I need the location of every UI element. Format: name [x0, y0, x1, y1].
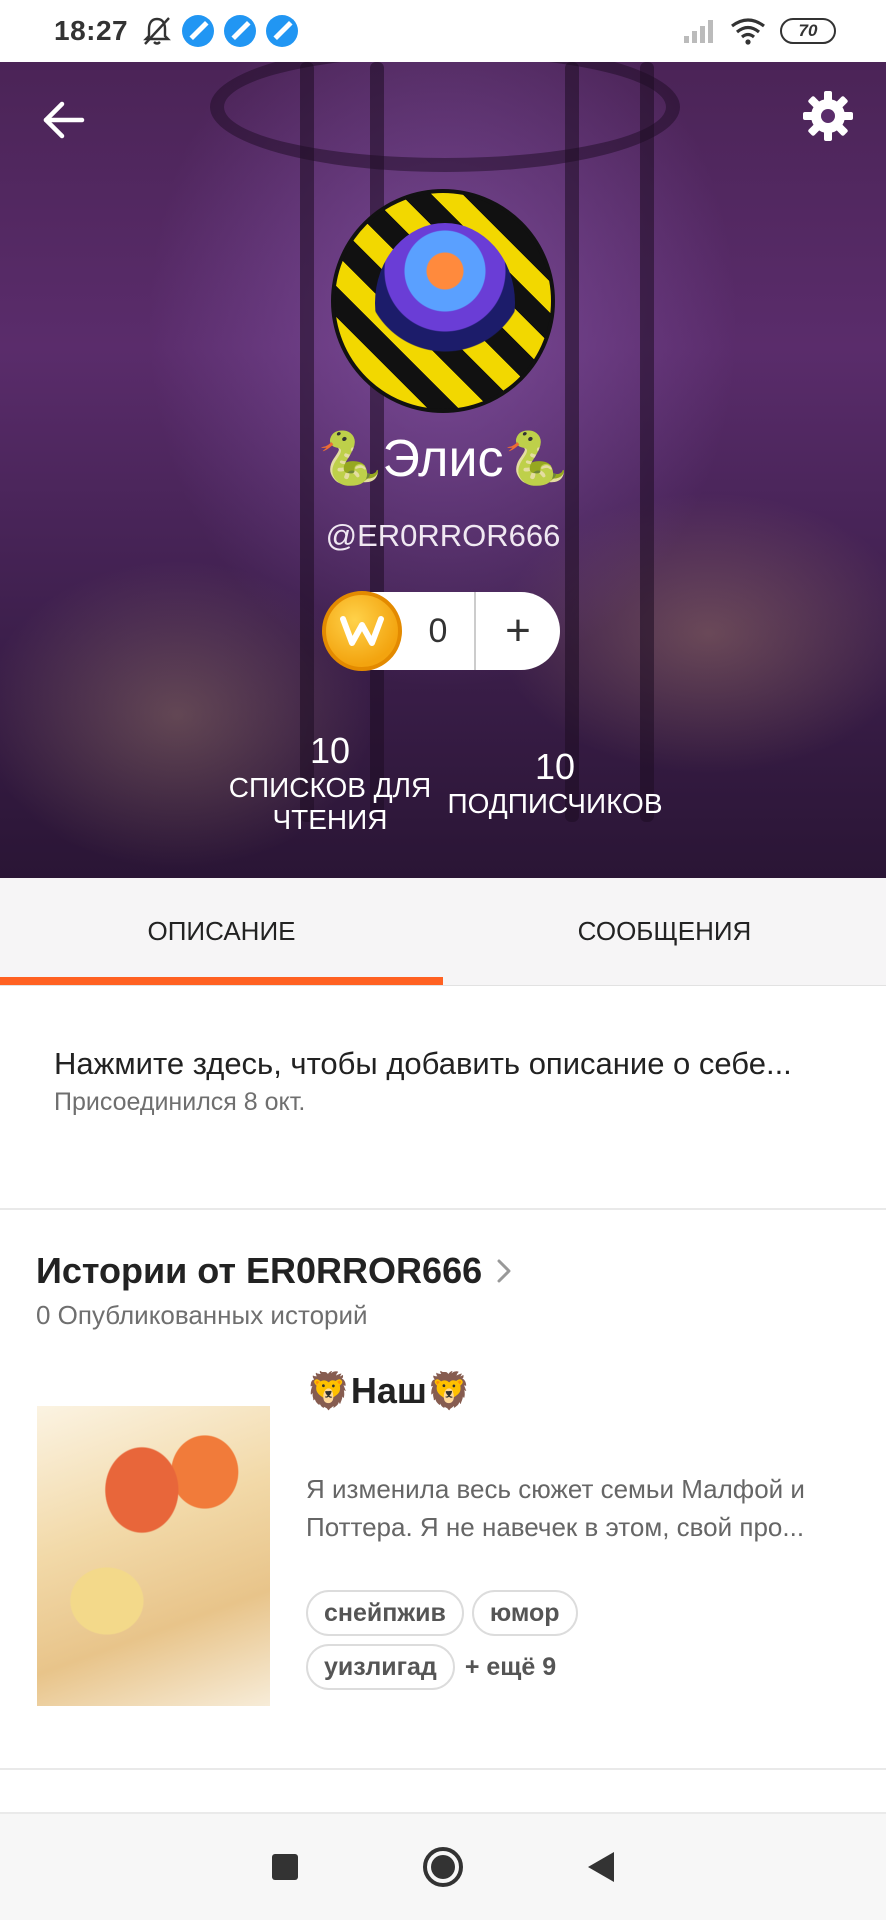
settings-gear-icon[interactable] [800, 88, 856, 144]
display-name: 🐍Элис🐍 [317, 430, 569, 488]
status-system-icons: 70 [682, 17, 836, 45]
profile-header: 🐍Элис🐍 @ER0RROR666 0 + 10 СПИСКОВ ДЛЯ ЧТ… [0, 62, 886, 878]
tab-description-label: ОПИСАНИЕ [147, 916, 296, 946]
reading-lists-label: СПИСКОВ ДЛЯ ЧТЕНИЯ [228, 772, 432, 835]
bell-off-icon [143, 17, 172, 45]
back-arrow-icon[interactable] [38, 94, 90, 146]
battery-level: 70 [798, 21, 818, 40]
battery-icon: 70 [780, 18, 836, 44]
home-button[interactable] [419, 1843, 467, 1891]
story-tag[interactable]: уизлигад [306, 1644, 455, 1690]
system-navigation-bar [0, 1814, 886, 1920]
tab-messages[interactable]: СООБЩЕНИЯ [443, 878, 886, 985]
story-title[interactable]: 🦁Наш🦁 [306, 1370, 472, 1412]
background-cage-ring [210, 62, 680, 172]
username: @ER0RROR666 [325, 518, 561, 553]
followers-count: 10 [534, 746, 576, 787]
wifi-icon [731, 18, 765, 45]
add-coins-button[interactable]: + [476, 609, 560, 653]
recent-apps-button[interactable] [261, 1843, 309, 1891]
story-description[interactable]: Я изменила весь сюжет семьи Малфой и Пот… [306, 1470, 846, 1546]
more-tags-link[interactable]: + ещё 9 [465, 1653, 556, 1682]
coin-icon [322, 591, 402, 671]
story-tags-row: снейпжив юмор [306, 1590, 578, 1636]
app-notification-icon [182, 15, 215, 47]
followers-stat[interactable]: 10 ПОДПИСЧИКОВ [440, 746, 670, 820]
coin-w-glyph [340, 616, 384, 646]
signal-icon [684, 20, 713, 43]
status-notification-icons [142, 15, 299, 47]
stories-heading[interactable]: Истории от ER0RROR666 [36, 1250, 514, 1292]
status-bar: 18:27 70 [0, 0, 886, 62]
back-button[interactable] [577, 1843, 625, 1891]
tab-messages-label: СООБЩЕНИЯ [577, 916, 752, 946]
square-icon [272, 1854, 298, 1880]
joined-date: Присоединился 8 окт. [54, 1088, 306, 1116]
status-time: 18:27 [54, 15, 129, 46]
story-cover-image[interactable] [37, 1406, 270, 1706]
published-stories-count: 0 Опубликованных историй [36, 1300, 368, 1330]
tab-description[interactable]: ОПИСАНИЕ [0, 878, 443, 985]
app-notification-icon [224, 15, 257, 47]
add-description-prompt[interactable]: Нажмите здесь, чтобы добавить описание о… [54, 1046, 792, 1082]
stories-section: Истории от ER0RROR666 0 Опубликованных и… [0, 1210, 886, 1770]
avatar-character-image [375, 223, 515, 383]
followers-label: ПОДПИСЧИКОВ [447, 788, 663, 819]
profile-tabs: ОПИСАНИЕ СООБЩЕНИЯ [0, 878, 886, 986]
home-circle-icon [423, 1847, 463, 1887]
profile-avatar[interactable] [331, 189, 555, 413]
story-tags-row: уизлигад + ещё 9 [306, 1644, 556, 1690]
story-tag[interactable]: юмор [471, 1590, 578, 1636]
triangle-back-icon [588, 1852, 614, 1882]
coin-balance-pill[interactable]: 0 + [322, 591, 560, 671]
reading-lists-stat[interactable]: 10 СПИСКОВ ДЛЯ ЧТЕНИЯ [220, 730, 440, 836]
reading-lists-count: 10 [309, 730, 351, 771]
story-tag[interactable]: снейпжив [306, 1590, 464, 1636]
coin-count: 0 [428, 611, 448, 650]
app-notification-icon [266, 15, 299, 47]
description-section: Нажмите здесь, чтобы добавить описание о… [0, 986, 886, 1210]
stories-heading-text: Истории от ER0RROR666 [36, 1250, 483, 1291]
chevron-right-icon [497, 1259, 511, 1283]
